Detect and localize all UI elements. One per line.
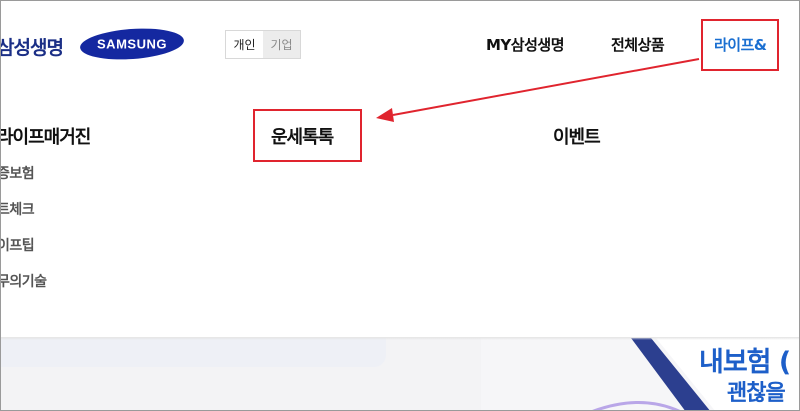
- screenshot-frame: 삼성생명 SAMSUNG 개인 기업 MY삼성생명 전체상품 라이프& 라이프매…: [0, 0, 800, 411]
- samsung-logo[interactable]: SAMSUNG: [79, 27, 185, 61]
- menu-event[interactable]: 이벤트: [553, 123, 601, 149]
- menu-life-magazine[interactable]: 라이프매거진: [1, 123, 91, 149]
- magazine-item[interactable]: 이프팁: [1, 235, 35, 255]
- nav-all-products[interactable]: 전체상품: [611, 34, 665, 55]
- promo-headline: 내보험 (: [699, 347, 791, 378]
- magazine-item[interactable]: 트체크: [1, 199, 35, 219]
- magazine-item[interactable]: 증보험: [1, 163, 35, 183]
- samsung-logo-text: SAMSUNG: [97, 37, 167, 52]
- customer-type-toggle: 개인 기업: [225, 30, 301, 59]
- magazine-item[interactable]: 무의기술: [1, 271, 47, 291]
- highlight-box-life-and: [701, 19, 779, 71]
- segment-business-button[interactable]: 기업: [263, 31, 300, 58]
- nav-my-samsunglife[interactable]: MY삼성생명: [486, 34, 565, 55]
- promo-subheadline: 괜찮을: [727, 381, 786, 406]
- dropdown-shadow: [1, 337, 799, 340]
- brand-name[interactable]: 삼성생명: [1, 33, 64, 60]
- content-card: [1, 338, 386, 367]
- highlight-box-fortune-talk: [253, 109, 362, 162]
- segment-personal-button[interactable]: 개인: [226, 31, 263, 58]
